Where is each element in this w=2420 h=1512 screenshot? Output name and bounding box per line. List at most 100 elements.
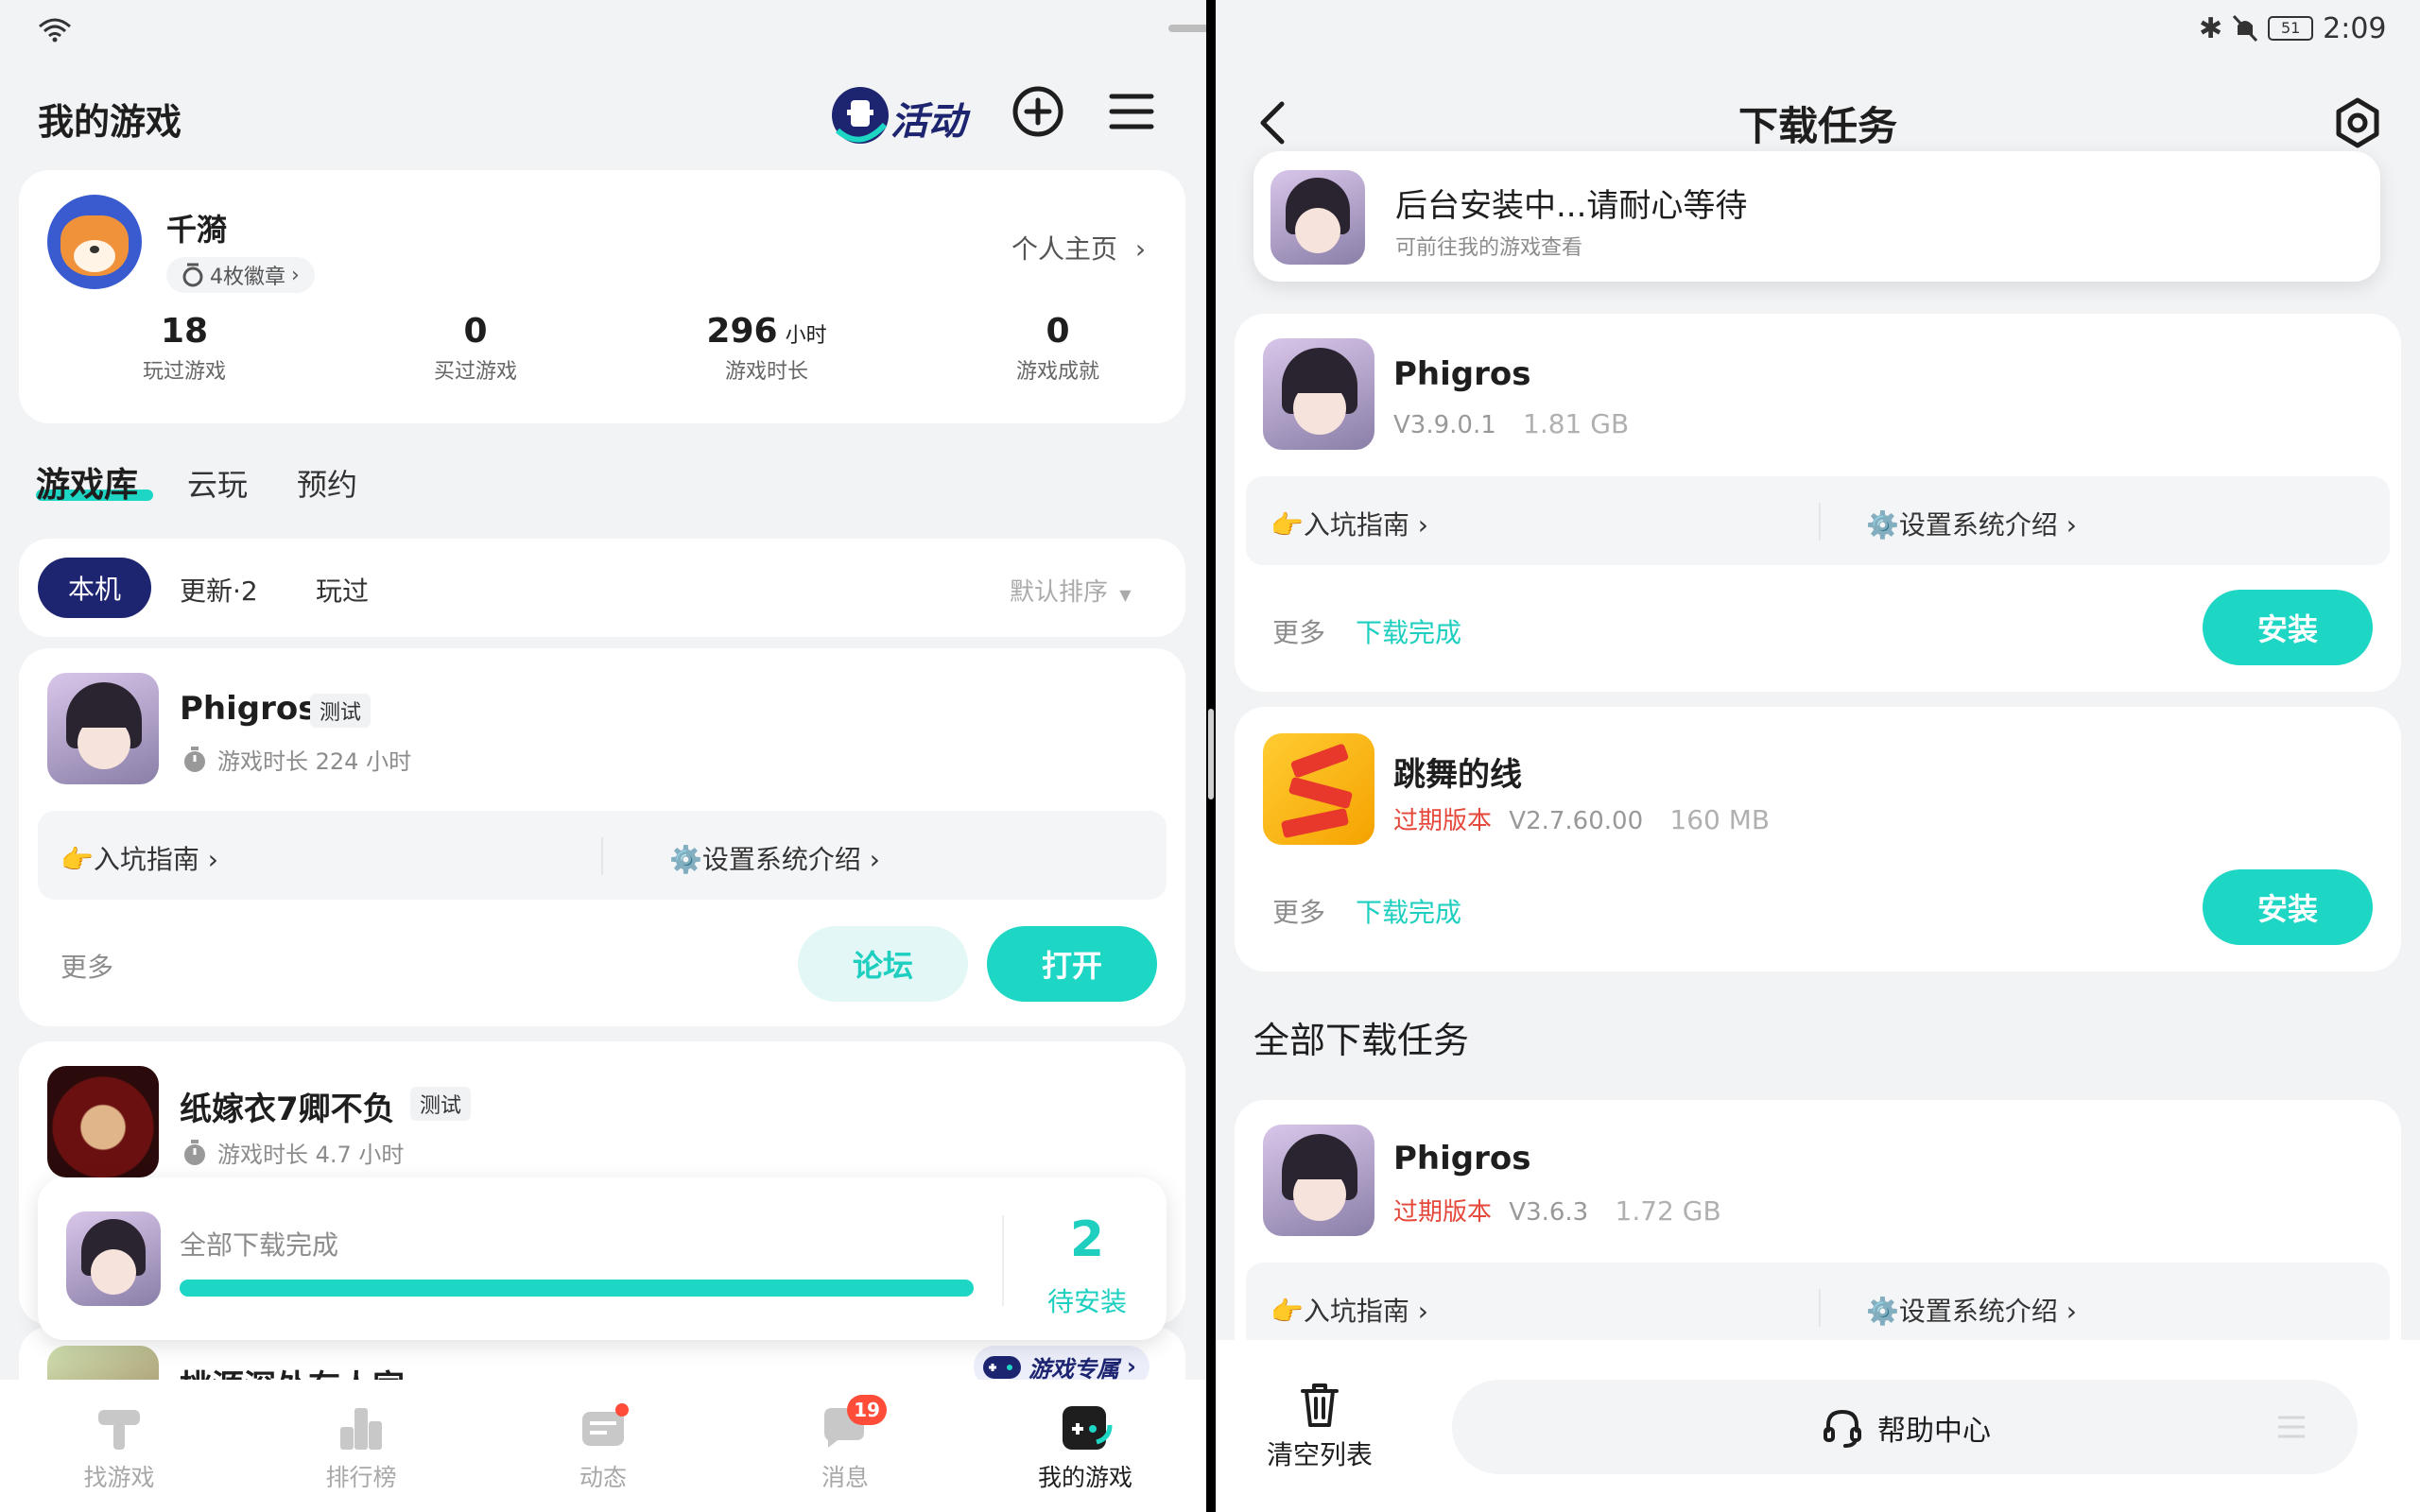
tab-library-label: 游戏库 bbox=[36, 466, 139, 505]
nav-label: 消息 bbox=[821, 1464, 869, 1491]
profile-card: 千漪 4枚徽章 › 个人主页 › 18 玩过游戏 0 买过游戏 296 小时 游戏… bbox=[19, 170, 1185, 423]
test-tag: 测试 bbox=[310, 694, 372, 728]
stat-bought[interactable]: 0 买过游戏 bbox=[357, 312, 594, 385]
clear-list-label: 清空列表 bbox=[1266, 1439, 1373, 1470]
stat-label: 玩过游戏 bbox=[142, 360, 226, 384]
download-progress-track bbox=[180, 1280, 974, 1297]
split-handle[interactable] bbox=[1208, 709, 1214, 799]
right-pane: ✱ 51 2:09 下载任务 后台安装中...请耐心等待 可前往我的游戏查看 P… bbox=[1216, 0, 2420, 1512]
guide-label: 👉入坑指南 bbox=[60, 844, 199, 875]
game-card[interactable]: Phigros 测试 游戏时长 224 小时 👉入坑指南 › ⚙️设置系统介绍 … bbox=[19, 648, 1185, 1026]
filter-played[interactable]: 玩过 bbox=[316, 571, 369, 609]
status-bar: ✱ 51 2:09 bbox=[2199, 11, 2387, 45]
install-toast[interactable]: 后台安装中...请耐心等待 可前往我的游戏查看 bbox=[1253, 151, 2380, 282]
page-title: 我的游戏 bbox=[38, 101, 182, 143]
chevron-right-icon: › bbox=[1134, 233, 1147, 265]
stat-label: 游戏时长 bbox=[724, 360, 808, 384]
expired-tag: 过期版本 bbox=[1393, 807, 1493, 835]
sort-dropdown[interactable]: 默认排序 ▼ bbox=[1010, 573, 1132, 608]
guide-strip: 👉入坑指南 › ⚙️设置系统介绍 › bbox=[38, 811, 1167, 900]
guide-label: 👉入坑指南 bbox=[1270, 509, 1409, 541]
left-pane: 我的游戏 活动 千漪 4枚徽章 › 个人主页 › 18 玩过游戏 0 买过游戏 … bbox=[0, 0, 1206, 1512]
toast-title: 后台安装中...请耐心等待 bbox=[1395, 187, 1748, 225]
forum-button[interactable]: 论坛 bbox=[798, 926, 968, 1002]
battery-icon: 51 bbox=[2268, 16, 2314, 41]
clock: 2:09 bbox=[2323, 11, 2387, 45]
nav-find-games[interactable]: 找游戏 bbox=[53, 1400, 185, 1493]
stat-value: 0 bbox=[1046, 312, 1070, 351]
download-progress-fill bbox=[180, 1280, 974, 1297]
badge-chip[interactable]: 4枚徽章 › bbox=[166, 257, 315, 293]
filter-updates[interactable]: 更新·2 bbox=[180, 571, 258, 609]
guide-link[interactable]: 👉入坑指南 › bbox=[1270, 1291, 1428, 1329]
file-size: 1.81 GB bbox=[1523, 408, 1630, 439]
tab-library[interactable]: 游戏库 bbox=[36, 457, 153, 507]
test-tag: 测试 bbox=[410, 1087, 472, 1121]
playtime: 游戏时长 224 小时 bbox=[217, 748, 412, 775]
chevron-right-icon: › bbox=[207, 844, 218, 875]
stat-playtime[interactable]: 296 小时 游戏时长 bbox=[648, 312, 885, 385]
system-intro-link[interactable]: ⚙️设置系统介绍 › bbox=[1866, 505, 2077, 542]
install-button[interactable]: 安装 bbox=[2203, 869, 2373, 945]
game-icon bbox=[1263, 733, 1374, 845]
nav-feed[interactable]: 动态 bbox=[537, 1400, 669, 1493]
podium-icon bbox=[340, 1408, 382, 1450]
game-icon bbox=[47, 1066, 159, 1177]
stat-achievements[interactable]: 0 游戏成就 bbox=[940, 312, 1176, 385]
more-link[interactable]: 更多 bbox=[1272, 612, 1325, 650]
system-intro-label: ⚙️设置系统介绍 bbox=[669, 844, 861, 875]
download-status: 下载完成 bbox=[1356, 897, 1462, 928]
nav-label: 我的游戏 bbox=[1037, 1464, 1132, 1491]
more-link[interactable]: 更多 bbox=[60, 947, 113, 985]
activity-button[interactable]: 活动 bbox=[828, 81, 976, 147]
help-center-label: 帮助中心 bbox=[1877, 1415, 1991, 1448]
nav-ranking[interactable]: 排行榜 bbox=[295, 1400, 427, 1493]
bluetooth-icon: ✱ bbox=[2199, 11, 2223, 45]
system-intro-link[interactable]: ⚙️设置系统介绍 › bbox=[669, 839, 880, 877]
filter-local[interactable]: 本机 bbox=[38, 558, 151, 618]
settings-icon[interactable] bbox=[2331, 96, 2384, 149]
game-icon bbox=[47, 673, 159, 784]
stat-value: 296 bbox=[706, 312, 778, 351]
guide-link[interactable]: 👉入坑指南 › bbox=[1270, 505, 1428, 542]
gamepad-icon bbox=[983, 1356, 1021, 1379]
chevron-right-icon: › bbox=[869, 844, 880, 875]
stat-value: 18 bbox=[160, 312, 209, 351]
tab-cloud[interactable]: 云玩 bbox=[187, 461, 248, 505]
exclusive-label: 游戏专属 bbox=[1028, 1355, 1119, 1383]
download-status-bar[interactable]: 全部下载完成 2 待安装 bbox=[38, 1177, 1167, 1340]
guide-strip: 👉入坑指南 › ⚙️设置系统介绍 › bbox=[1246, 476, 2390, 565]
open-button[interactable]: 打开 bbox=[987, 926, 1157, 1002]
version: V3.6.3 bbox=[1509, 1198, 1589, 1227]
stat-label: 游戏成就 bbox=[1015, 360, 1099, 384]
card-icon bbox=[582, 1403, 629, 1446]
game-name: 跳舞的线 bbox=[1393, 756, 1522, 794]
wifi-icon bbox=[39, 18, 71, 43]
battery-level: 51 bbox=[2280, 19, 2301, 37]
nav-my-games[interactable]: 我的游戏 bbox=[1019, 1400, 1151, 1493]
version: V3.9.0.1 bbox=[1393, 411, 1496, 439]
guide-link[interactable]: 👉入坑指南 › bbox=[60, 839, 218, 877]
profile-home-link[interactable]: 个人主页 › bbox=[1011, 229, 1146, 266]
activity-logo-icon bbox=[832, 87, 889, 144]
activity-label: 活动 bbox=[890, 100, 966, 144]
tab-reserve[interactable]: 预约 bbox=[297, 461, 357, 505]
more-link[interactable]: 更多 bbox=[1272, 892, 1325, 930]
pending-count: 2 bbox=[1069, 1211, 1105, 1268]
system-intro-link[interactable]: ⚙️设置系统介绍 › bbox=[1866, 1291, 2077, 1329]
download-task-card[interactable]: 跳舞的线 过期版本 V2.7.60.00 160 MB 更多 下载完成 安装 bbox=[1235, 707, 2401, 971]
medal-icon bbox=[182, 263, 203, 287]
help-center-button[interactable]: 帮助中心 bbox=[1452, 1380, 2358, 1474]
download-task-card[interactable]: Phigros V3.9.0.1 1.81 GB 👉入坑指南 › ⚙️设置系统介… bbox=[1235, 314, 2401, 692]
profile-home-label: 个人主页 bbox=[1011, 233, 1118, 265]
trash-icon bbox=[1301, 1383, 1339, 1427]
install-button[interactable]: 安装 bbox=[2203, 590, 2373, 665]
hammer-icon bbox=[98, 1410, 140, 1450]
clear-list-button[interactable]: 清空列表 bbox=[1253, 1378, 1386, 1472]
avatar[interactable] bbox=[47, 195, 142, 289]
stat-played[interactable]: 18 玩过游戏 bbox=[66, 312, 302, 385]
menu-icon[interactable] bbox=[1108, 91, 1155, 132]
game-name: Phigros bbox=[180, 690, 318, 728]
nav-messages[interactable]: 19 消息 bbox=[779, 1395, 911, 1493]
add-circle-icon[interactable] bbox=[1011, 85, 1064, 138]
